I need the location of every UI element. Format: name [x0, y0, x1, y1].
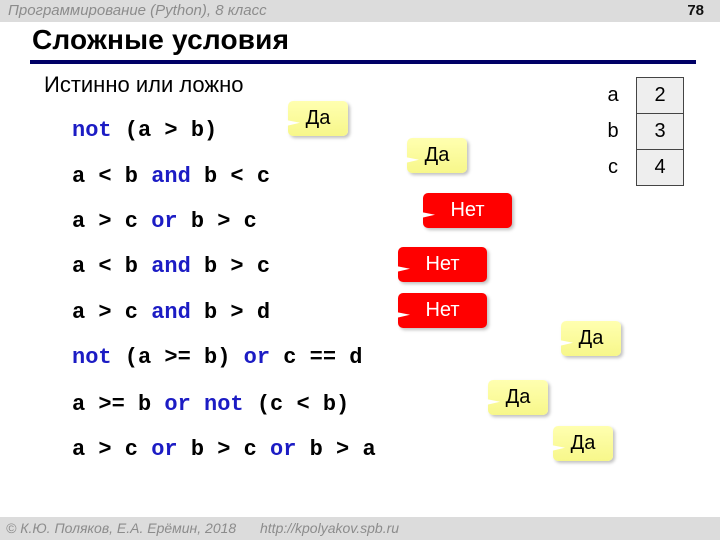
answer-label: Нет [425, 299, 460, 321]
expression-text: (c < b) [243, 392, 350, 417]
keyword: not [72, 345, 112, 370]
variable-value: 2 [636, 77, 684, 114]
expression-text: b < c [190, 164, 271, 189]
expression-text: b > c [177, 437, 271, 462]
answer-label: Да [578, 327, 604, 349]
copyright-text: © К.Ю. Поляков, Е.А. Ерёмин, 2018 [6, 520, 237, 536]
variable-table: a 2 b 3 c 4 [590, 77, 684, 186]
expression-text: a > c [72, 300, 152, 325]
expression-text: a < b [72, 164, 152, 189]
answer-callout-no: Нет [423, 193, 512, 228]
slide-subtitle: Истинно или ложно [44, 72, 244, 97]
variable-value: 3 [636, 113, 684, 150]
answer-callout-no: Нет [398, 293, 487, 328]
variable-name: b [607, 120, 619, 142]
keyword: and [151, 300, 191, 325]
answer-label: Да [505, 386, 531, 408]
expression-line: a < b and b < c [72, 164, 270, 190]
slide-title: Сложные условия [32, 24, 290, 55]
expression-line: a >= b or not (c < b) [72, 392, 349, 418]
expression-line: a > c or b > c or b > a [72, 437, 376, 463]
variable-name: a [607, 84, 619, 106]
expression-text: b > c [177, 209, 257, 234]
footer-bar: © К.Ю. Поляков, Е.А. Ерёмин, 2018 http:/… [0, 517, 720, 540]
expression-text: a < b [72, 254, 152, 279]
keyword: not [72, 118, 112, 143]
variable-row: a 2 [590, 77, 684, 114]
keyword: and [151, 254, 191, 279]
expression-line: a > c or b > c [72, 209, 257, 235]
keyword: and [151, 164, 191, 189]
title-underline [30, 60, 696, 64]
keyword: not [204, 392, 244, 417]
answer-callout-yes: Да [488, 380, 548, 415]
answer-callout-yes: Да [288, 101, 348, 136]
expression-text: a > c [72, 437, 152, 462]
variable-value: 4 [636, 149, 684, 186]
expression-line: a < b and b > c [72, 254, 270, 280]
slide-number: 78 [687, 2, 704, 19]
answer-callout-no: Нет [398, 247, 487, 282]
course-title: Программирование (Python), 8 класс [8, 2, 267, 19]
expression-text: b > a [296, 437, 376, 462]
keyword: or [164, 392, 191, 417]
expression-text: b > c [190, 254, 271, 279]
expression-text: b > d [190, 300, 271, 325]
answer-label: Да [305, 107, 331, 129]
answer-callout-yes: Да [553, 426, 613, 461]
keyword: or [151, 437, 178, 462]
expression-line: not (a >= b) or c == d [72, 345, 362, 371]
expression-line: not (a > b) [72, 118, 217, 144]
site-url[interactable]: http://kpolyakov.spb.ru [260, 520, 399, 536]
answer-callout-yes: Да [561, 321, 621, 356]
keyword: or [243, 345, 271, 370]
keyword: or [270, 437, 297, 462]
keyword: or [151, 209, 178, 234]
variable-name: c [608, 156, 618, 178]
answer-label: Нет [425, 253, 460, 275]
header-bar: Программирование (Python), 8 класс 78 [0, 0, 720, 22]
expression-line: a > c and b > d [72, 300, 270, 326]
expression-text: (a > b) [111, 118, 218, 143]
answer-label: Да [570, 432, 596, 454]
expression-text: c == d [270, 345, 363, 370]
expression-text: a >= b [72, 392, 165, 417]
answer-label: Да [424, 144, 450, 166]
variable-row: b 3 [590, 113, 684, 150]
expression-text: (a >= b) [111, 345, 244, 370]
expression-text [191, 392, 204, 417]
answer-callout-yes: Да [407, 138, 467, 173]
answer-label: Нет [450, 199, 485, 221]
expression-text: a > c [72, 209, 152, 234]
variable-row: c 4 [590, 149, 684, 186]
